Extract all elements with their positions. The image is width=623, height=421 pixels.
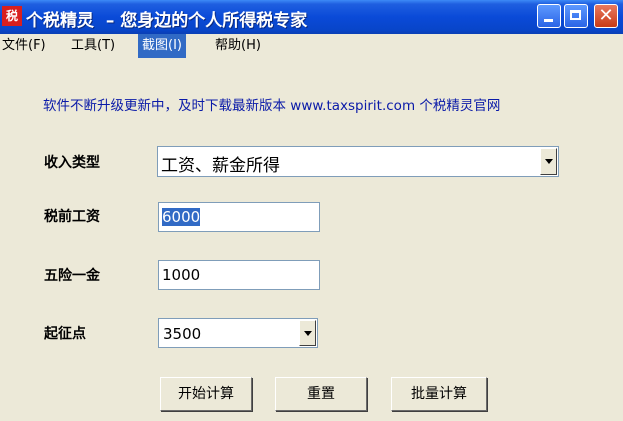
maximize-icon	[570, 10, 581, 20]
pretax-salary-value: 6000	[162, 208, 201, 226]
title-bar[interactable]: 税 个税精灵 – 您身边的个人所得税专家 ✕	[0, 0, 623, 34]
threshold-select[interactable]: 3500	[158, 318, 318, 348]
pretax-salary-label: 税前工资	[44, 209, 100, 225]
chevron-down-icon	[304, 331, 312, 336]
minimize-button[interactable]	[537, 4, 561, 28]
close-button[interactable]: ✕	[594, 4, 618, 28]
pretax-salary-input[interactable]: 6000	[158, 202, 320, 232]
calculate-button[interactable]: 开始计算	[160, 377, 252, 411]
income-type-label: 收入类型	[44, 155, 100, 171]
insurance-label: 五险一金	[44, 268, 100, 284]
app-logo-icon: 税	[2, 6, 22, 26]
update-notice-link[interactable]: 软件不断升级更新中，及时下载最新版本 www.taxspirit.com 个税精…	[43, 94, 500, 114]
menu-help[interactable]: 帮助(H)	[211, 34, 265, 58]
threshold-dropdown-button[interactable]	[299, 320, 316, 346]
menu-bar: 文件(F) 工具(T) 截图(I) 帮助(H)	[0, 34, 623, 58]
insurance-input[interactable]: 1000	[158, 260, 320, 290]
insurance-value: 1000	[162, 266, 201, 284]
maximize-button[interactable]	[564, 4, 588, 28]
income-type-value: 工资、薪金所得	[161, 156, 280, 176]
window-title: 个税精灵 – 您身边的个人所得税专家	[26, 11, 308, 31]
batch-calculate-button[interactable]: 批量计算	[391, 377, 487, 411]
close-icon: ✕	[598, 5, 614, 26]
reset-button[interactable]: 重置	[275, 377, 367, 411]
income-type-dropdown-button[interactable]	[540, 148, 557, 175]
income-type-select[interactable]: 工资、薪金所得	[157, 146, 559, 177]
minimize-icon	[544, 19, 553, 22]
menu-screenshot[interactable]: 截图(I)	[138, 34, 186, 58]
chevron-down-icon	[545, 159, 553, 164]
menu-file[interactable]: 文件(F)	[0, 34, 50, 58]
threshold-label: 起征点	[44, 326, 86, 342]
menu-tools[interactable]: 工具(T)	[67, 34, 119, 58]
threshold-value: 3500	[163, 325, 202, 343]
